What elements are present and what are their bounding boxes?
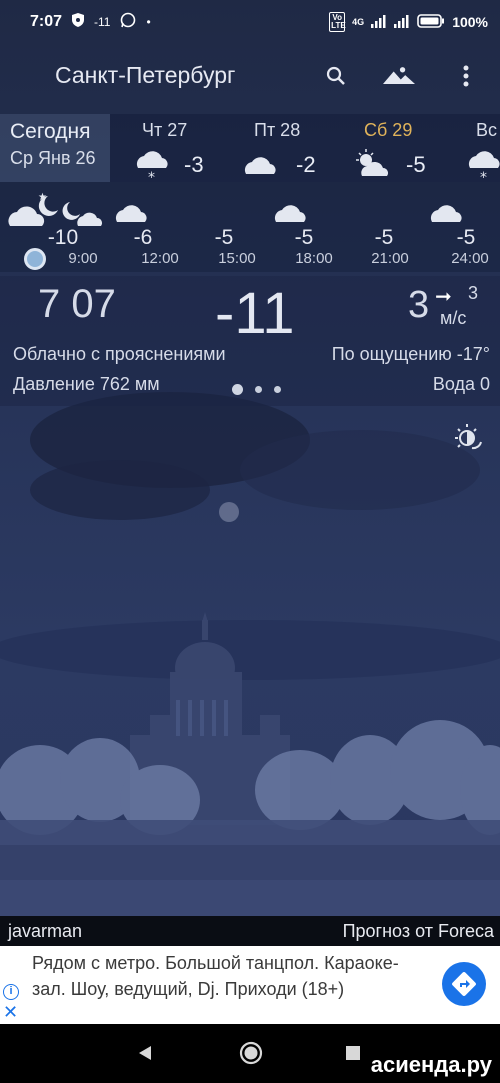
svg-text:★: ★ [38, 192, 47, 203]
ad-close-icon[interactable]: ✕ [3, 1002, 18, 1023]
city-name[interactable]: Санкт-Петербург [55, 62, 235, 89]
day-temp: -2 [296, 152, 316, 177]
day-item-thu[interactable]: Чт 27 * -3 [132, 120, 232, 182]
cloud-moon-icon: ★ [8, 192, 103, 226]
ad-info-icon[interactable]: i [3, 984, 19, 1000]
day-today[interactable]: Сегодня Ср Янв 26 [0, 114, 110, 182]
page-dot-active [232, 384, 243, 395]
day-temp: -5 [406, 152, 426, 177]
day-temp: -3 [184, 152, 204, 177]
credits-bar: javarman Прогноз от Foreca [0, 916, 500, 946]
current-conditions: 7 07 -11 3 ➞ 3 м/с Облачно с прояснениям… [0, 276, 500, 406]
hour-temp: -6 [133, 226, 153, 249]
wind-direction-icon: ➞ [435, 286, 452, 308]
day-name: Сб 29 [364, 120, 413, 140]
hour-time: 21:00 [371, 250, 409, 267]
back-icon[interactable] [130, 1038, 160, 1068]
recents-icon[interactable] [338, 1038, 368, 1068]
cloud-snow-icon: * [136, 151, 168, 182]
day-name: Вс [476, 120, 498, 140]
hour-temp: -5 [456, 226, 476, 249]
cloud-icon [244, 157, 276, 174]
page-dot [274, 386, 281, 393]
pressure: Давление 762 мм [13, 374, 160, 394]
battery-icon [417, 13, 445, 31]
app-header: Санкт-Петербург [0, 52, 500, 100]
landscape-icon[interactable] [383, 60, 415, 92]
hour-time: 9:00 [68, 250, 98, 267]
cloud-icon [115, 205, 147, 222]
hour-temp: -5 [214, 226, 234, 249]
hourly-forecast: ★ -10 9:00 -6 12:00 -5 15:00 -5 18:00 -5… [0, 182, 500, 272]
today-date: Ср Янв 26 [10, 148, 96, 168]
network-type: 4G [352, 17, 365, 27]
ad-text[interactable]: Рядом с метро. Большой танцпол. Караоке-… [32, 950, 422, 1002]
signal-icon [371, 14, 387, 31]
daily-forecast-row: Сегодня Ср Янв 26 Чт 27 * -3 Пт 28 -2 Сб… [0, 114, 500, 182]
sun-moon-icon[interactable] [452, 422, 484, 454]
hour-temp: -5 [374, 226, 394, 249]
photo-author[interactable]: javarman [8, 921, 82, 942]
wind-unit: м/с [440, 308, 467, 328]
day-name: Пт 28 [254, 120, 301, 140]
today-label: Сегодня [10, 120, 91, 143]
current-hour-indicator [24, 248, 46, 270]
more-vert-icon[interactable] [450, 60, 482, 92]
current-temperature: -11 [215, 281, 295, 346]
current-time: 7 07 [38, 282, 116, 326]
status-bar: 7:07 -11 • Vo LTE 4G 100% [0, 0, 500, 44]
hour-temp: -10 [47, 226, 79, 249]
volte-icon: Vo LTE [329, 12, 346, 32]
weather-app-screen: 7:07 -11 • Vo LTE 4G 100% Санкт-Петербур… [0, 0, 500, 1083]
forecast-provider[interactable]: Прогноз от Foreca [343, 921, 494, 942]
hour-time: 15:00 [218, 250, 256, 267]
svg-text:*: * [480, 170, 487, 182]
status-dot: • [146, 15, 151, 29]
svg-text:*: * [148, 170, 155, 182]
home-icon[interactable] [236, 1038, 266, 1068]
signal-icon-2 [394, 14, 410, 31]
feels-like: По ощущению -17° [331, 344, 490, 364]
cloud-icon [274, 205, 306, 222]
page-dot [255, 386, 262, 393]
whatsapp-icon [120, 12, 136, 32]
shield-icon [72, 13, 85, 31]
page-indicator[interactable] [232, 384, 281, 395]
status-temperature: -11 [94, 15, 111, 29]
wind-speed: 3 [468, 283, 479, 303]
sun-cloud-icon [356, 149, 388, 176]
day-name: Чт 27 [142, 120, 188, 140]
search-icon[interactable] [320, 60, 352, 92]
day-item-sat[interactable]: Сб 29 -5 [352, 120, 452, 180]
hour-time: 24:00 [451, 250, 489, 267]
weather-description: Облачно с прояснениями [13, 344, 226, 364]
hour-time: 18:00 [295, 250, 333, 267]
cloud-snow-icon: * [468, 151, 500, 182]
water-temp: Вода 0 [432, 374, 490, 394]
status-time: 7:07 [30, 13, 63, 30]
directions-icon[interactable] [442, 962, 486, 1006]
ad-banner[interactable]: i ✕ Рядом с метро. Большой танцпол. Кара… [0, 946, 500, 1024]
day-item-fri[interactable]: Пт 28 -2 [242, 120, 342, 180]
hour-time: 12:00 [141, 250, 179, 267]
watermark: асиенда.ру [370, 1052, 492, 1077]
wind-value: 3 [408, 284, 430, 326]
hour-temp: -5 [294, 226, 314, 249]
battery-level: 100% [452, 14, 488, 30]
day-item-sun[interactable]: Вс * [462, 120, 500, 182]
cloud-icon [430, 205, 462, 222]
